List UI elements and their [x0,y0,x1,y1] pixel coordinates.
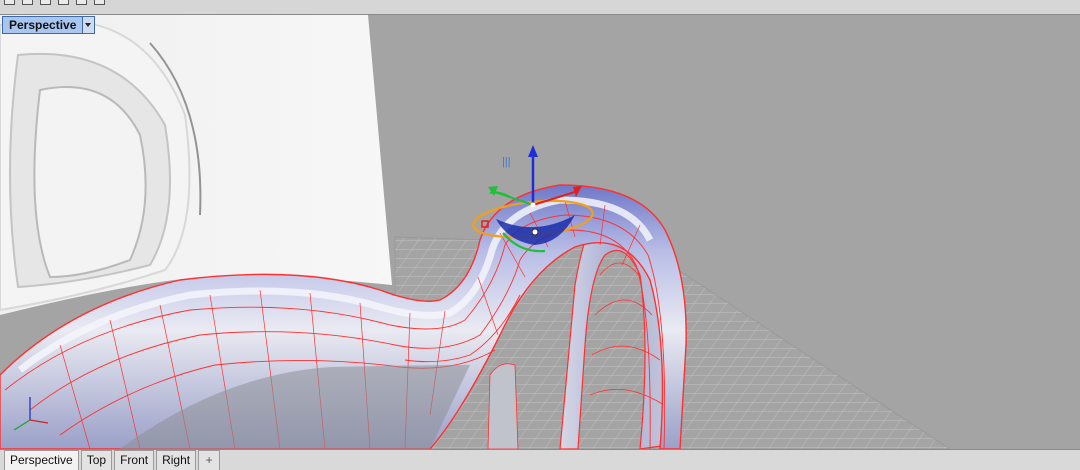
viewport-tabs: Perspective Top Front Right + [0,449,1080,470]
triangle-down-icon[interactable] [82,17,95,33]
toolbar-icon[interactable] [58,0,69,5]
tab-perspective[interactable]: Perspective [4,450,79,470]
gumball-menu-label[interactable]: ||| [502,156,511,168]
toolbar-icon[interactable] [94,0,105,5]
toolbar-icon[interactable] [4,0,15,5]
viewport-title[interactable]: Perspective [2,16,96,34]
tab-right[interactable]: Right [156,450,197,470]
viewport-name[interactable]: Perspective [3,17,83,33]
toolbar-icon[interactable] [40,0,51,5]
toolbar-strip [0,0,1080,15]
toolbar-icon[interactable] [76,0,87,5]
toolbar-icon[interactable] [22,0,33,5]
perspective-viewport[interactable]: ||| Perspective [0,15,1080,449]
viewport-scene[interactable]: ||| [0,15,1080,449]
tab-front[interactable]: Front [114,450,155,470]
tab-top[interactable]: Top [80,450,113,470]
add-viewport-icon[interactable]: + [198,450,221,470]
